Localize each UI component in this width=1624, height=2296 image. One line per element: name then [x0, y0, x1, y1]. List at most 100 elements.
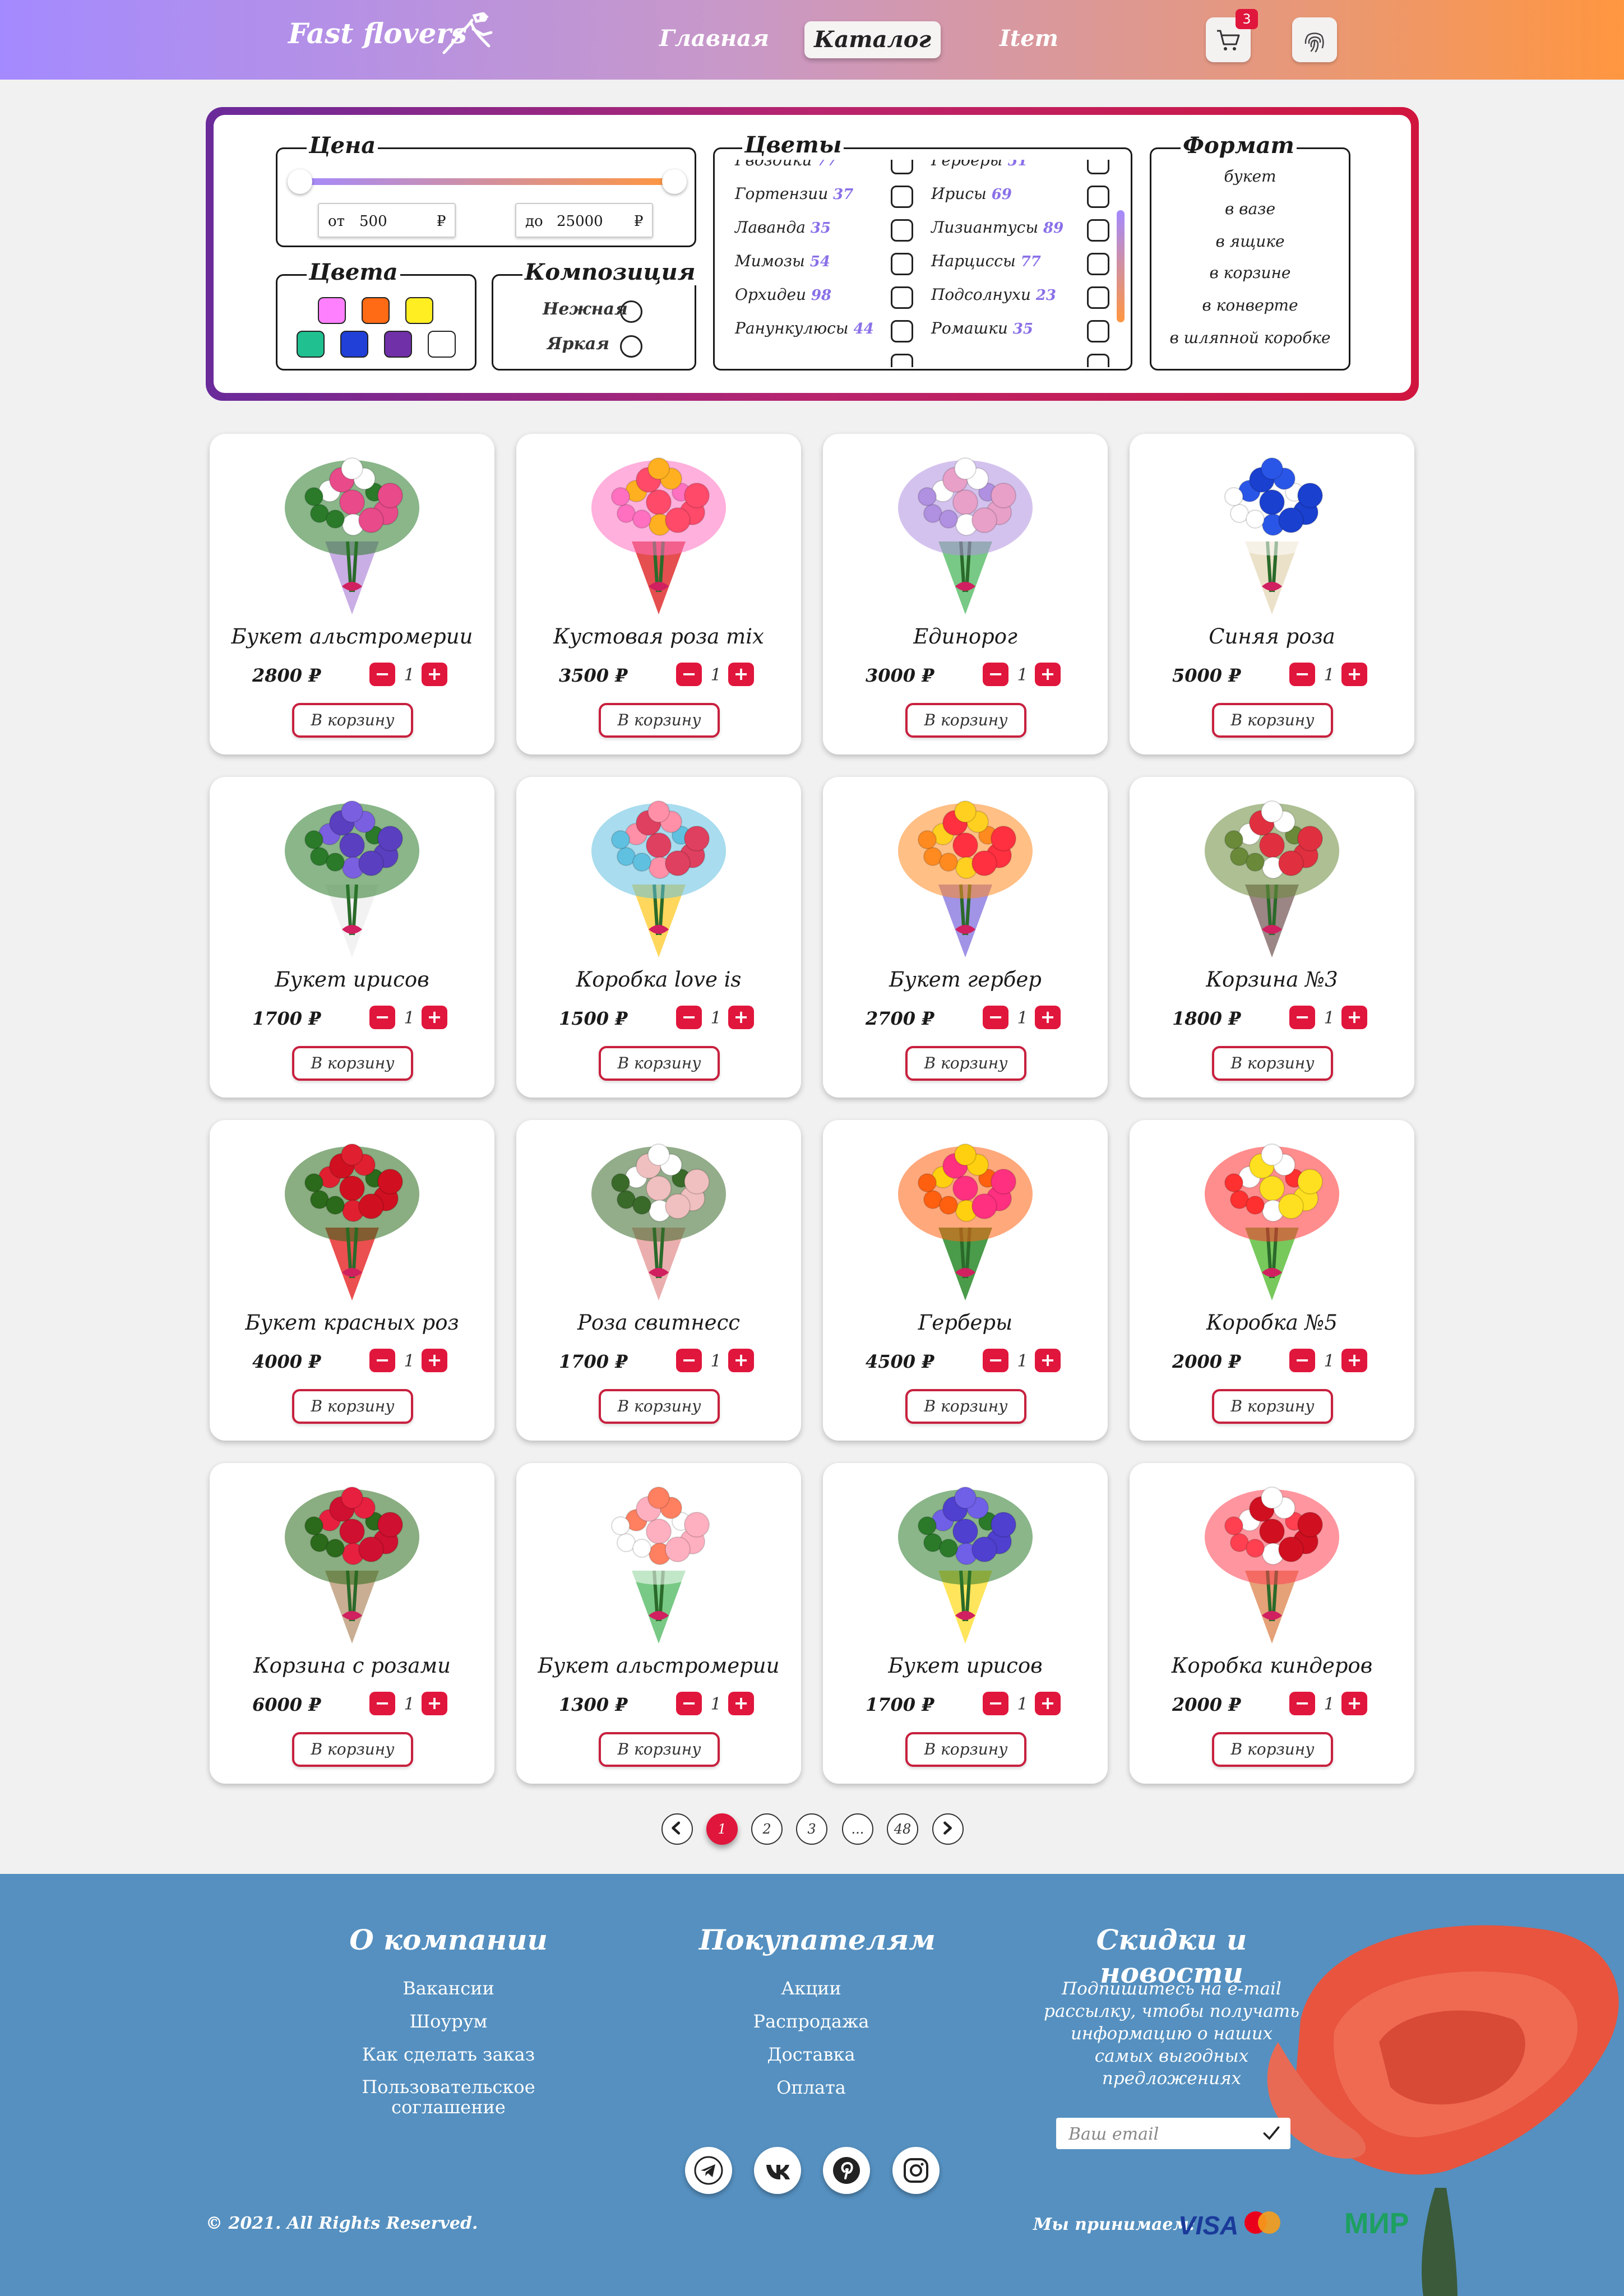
add-to-cart-button[interactable]: В корзину	[599, 1389, 720, 1424]
product-image[interactable]	[263, 446, 441, 620]
price-to-input[interactable]: до 25000 ₽	[515, 203, 653, 238]
product-card[interactable]: Коробка №5 2000 ₽ −1 + В корзину	[1130, 1120, 1414, 1441]
pagination-next-button[interactable]	[932, 1813, 964, 1845]
color-swatch-pink[interactable]	[318, 297, 346, 324]
format-option[interactable]: в ящике	[1151, 232, 1349, 251]
flower-checkbox[interactable]	[1087, 160, 1109, 174]
product-image[interactable]	[263, 789, 441, 963]
product-card[interactable]: Коробка киндеров 2000 ₽ −1 + В корзину	[1130, 1463, 1414, 1784]
footer-link-showroom[interactable]: Шоурум	[336, 2011, 561, 2032]
price-from-input[interactable]: от 500 ₽	[318, 203, 456, 238]
footer-link-payment[interactable]: Оплата	[699, 2077, 923, 2098]
product-card[interactable]: Букет ирисов 1700 ₽ −1 + В корзину	[210, 777, 494, 1098]
increase-qty-button[interactable]: +	[1035, 1349, 1061, 1372]
nav-catalog[interactable]: Каталог	[804, 21, 941, 58]
product-card[interactable]: Букет альстромерии 2800 ₽ −1 + В корзину	[210, 434, 494, 754]
decrease-qty-button[interactable]: −	[369, 1692, 395, 1715]
flower-checkbox[interactable]	[1087, 320, 1109, 342]
color-swatch-purple[interactable]	[384, 331, 412, 358]
increase-qty-button[interactable]: +	[728, 1006, 754, 1029]
flowers-scrollbar[interactable]	[1117, 210, 1125, 322]
product-image[interactable]	[263, 1475, 441, 1649]
product-card[interactable]: Роза свитнесс 1700 ₽ −1 + В корзину	[516, 1120, 801, 1441]
add-to-cart-button[interactable]: В корзину	[292, 1046, 413, 1081]
add-to-cart-button[interactable]: В корзину	[905, 703, 1026, 738]
color-swatch-yellow[interactable]	[405, 297, 433, 324]
flower-checkbox[interactable]	[1087, 219, 1109, 242]
decrease-qty-button[interactable]: −	[369, 663, 395, 686]
product-name[interactable]: Букет альстромерии	[516, 1654, 801, 1678]
product-name[interactable]: Букет красных роз	[210, 1311, 494, 1335]
decrease-qty-button[interactable]: −	[676, 1692, 702, 1715]
instagram-button[interactable]	[892, 2147, 940, 2194]
product-image[interactable]	[877, 1475, 1054, 1649]
product-name[interactable]: Коробка love is	[516, 968, 801, 992]
add-to-cart-button[interactable]: В корзину	[905, 1732, 1026, 1767]
product-name[interactable]: Коробка киндеров	[1130, 1654, 1414, 1678]
add-to-cart-button[interactable]: В корзину	[599, 1046, 720, 1081]
decrease-qty-button[interactable]: −	[676, 1006, 702, 1029]
product-name[interactable]: Роза свитнесс	[516, 1311, 801, 1335]
product-image[interactable]	[263, 1132, 441, 1306]
product-image[interactable]	[877, 446, 1054, 620]
format-option[interactable]: букет	[1151, 167, 1349, 186]
increase-qty-button[interactable]: +	[1341, 1006, 1367, 1029]
product-image[interactable]	[1183, 1475, 1361, 1649]
decrease-qty-button[interactable]: −	[676, 1349, 702, 1372]
pagination-page-3[interactable]: 3	[796, 1813, 827, 1845]
flower-checkbox[interactable]	[1087, 253, 1109, 275]
increase-qty-button[interactable]: +	[1035, 663, 1061, 686]
product-name[interactable]: Букет гербер	[823, 968, 1108, 992]
format-option[interactable]: в шляпной коробке	[1151, 328, 1349, 347]
decrease-qty-button[interactable]: −	[369, 1006, 395, 1029]
decrease-qty-button[interactable]: −	[983, 1006, 1008, 1029]
add-to-cart-button[interactable]: В корзину	[292, 703, 413, 738]
add-to-cart-button[interactable]: В корзину	[599, 1732, 720, 1767]
nav-home[interactable]: Главная	[659, 25, 769, 52]
add-to-cart-button[interactable]: В корзину	[1212, 703, 1333, 738]
decrease-qty-button[interactable]: −	[983, 1692, 1008, 1715]
decrease-qty-button[interactable]: −	[1289, 663, 1315, 686]
vk-button[interactable]	[754, 2147, 801, 2194]
format-option[interactable]: в корзине	[1151, 263, 1349, 282]
add-to-cart-button[interactable]: В корзину	[292, 1732, 413, 1767]
increase-qty-button[interactable]: +	[728, 663, 754, 686]
color-swatch-blue[interactable]	[340, 331, 368, 358]
decrease-qty-button[interactable]: −	[1289, 1006, 1315, 1029]
footer-link-how-to-order[interactable]: Как сделать заказ	[336, 2044, 561, 2065]
flower-checkbox[interactable]	[1087, 186, 1109, 208]
flower-checkbox[interactable]	[891, 354, 913, 367]
product-name[interactable]: Коробка №5	[1130, 1311, 1414, 1335]
pagination-page-48[interactable]: 48	[887, 1813, 918, 1845]
product-card[interactable]: Букет красных роз 4000 ₽ −1 + В корзину	[210, 1120, 494, 1441]
product-card[interactable]: Корзина с розами 6000 ₽ −1 + В корзину	[210, 1463, 494, 1784]
decrease-qty-button[interactable]: −	[983, 1349, 1008, 1372]
product-card[interactable]: Букет гербер 2700 ₽ −1 + В корзину	[823, 777, 1108, 1098]
product-image[interactable]	[877, 789, 1054, 963]
increase-qty-button[interactable]: +	[422, 1692, 447, 1715]
add-to-cart-button[interactable]: В корзину	[905, 1389, 1026, 1424]
product-name[interactable]: Букет ирисов	[210, 968, 494, 992]
flower-checkbox[interactable]	[891, 320, 913, 342]
account-button[interactable]	[1292, 17, 1337, 62]
increase-qty-button[interactable]: +	[728, 1349, 754, 1372]
add-to-cart-button[interactable]: В корзину	[1212, 1046, 1333, 1081]
add-to-cart-button[interactable]: В корзину	[599, 703, 720, 738]
product-name[interactable]: Герберы	[823, 1311, 1108, 1335]
product-card[interactable]: Корзина №3 1800 ₽ −1 + В корзину	[1130, 777, 1414, 1098]
product-name[interactable]: Букет ирисов	[823, 1654, 1108, 1678]
product-card[interactable]: Кустовая роза mix 3500 ₽ −1 + В корзину	[516, 434, 801, 754]
footer-link-sale[interactable]: Распродажа	[699, 2011, 923, 2032]
product-card[interactable]: Букет альстромерии 1300 ₽ −1 + В корзину	[516, 1463, 801, 1784]
pagination-page-2[interactable]: 2	[751, 1813, 783, 1845]
product-card[interactable]: Коробка love is 1500 ₽ −1 + В корзину	[516, 777, 801, 1098]
price-slider-max-knob[interactable]	[662, 169, 687, 194]
product-card[interactable]: Единорог 3000 ₽ −1 + В корзину	[823, 434, 1108, 754]
add-to-cart-button[interactable]: В корзину	[1212, 1389, 1333, 1424]
add-to-cart-button[interactable]: В корзину	[292, 1389, 413, 1424]
increase-qty-button[interactable]: +	[422, 663, 447, 686]
telegram-button[interactable]	[685, 2147, 732, 2194]
flower-checkbox[interactable]	[891, 160, 913, 174]
format-option[interactable]: в вазе	[1151, 200, 1349, 218]
flower-checkbox[interactable]	[1087, 286, 1109, 309]
